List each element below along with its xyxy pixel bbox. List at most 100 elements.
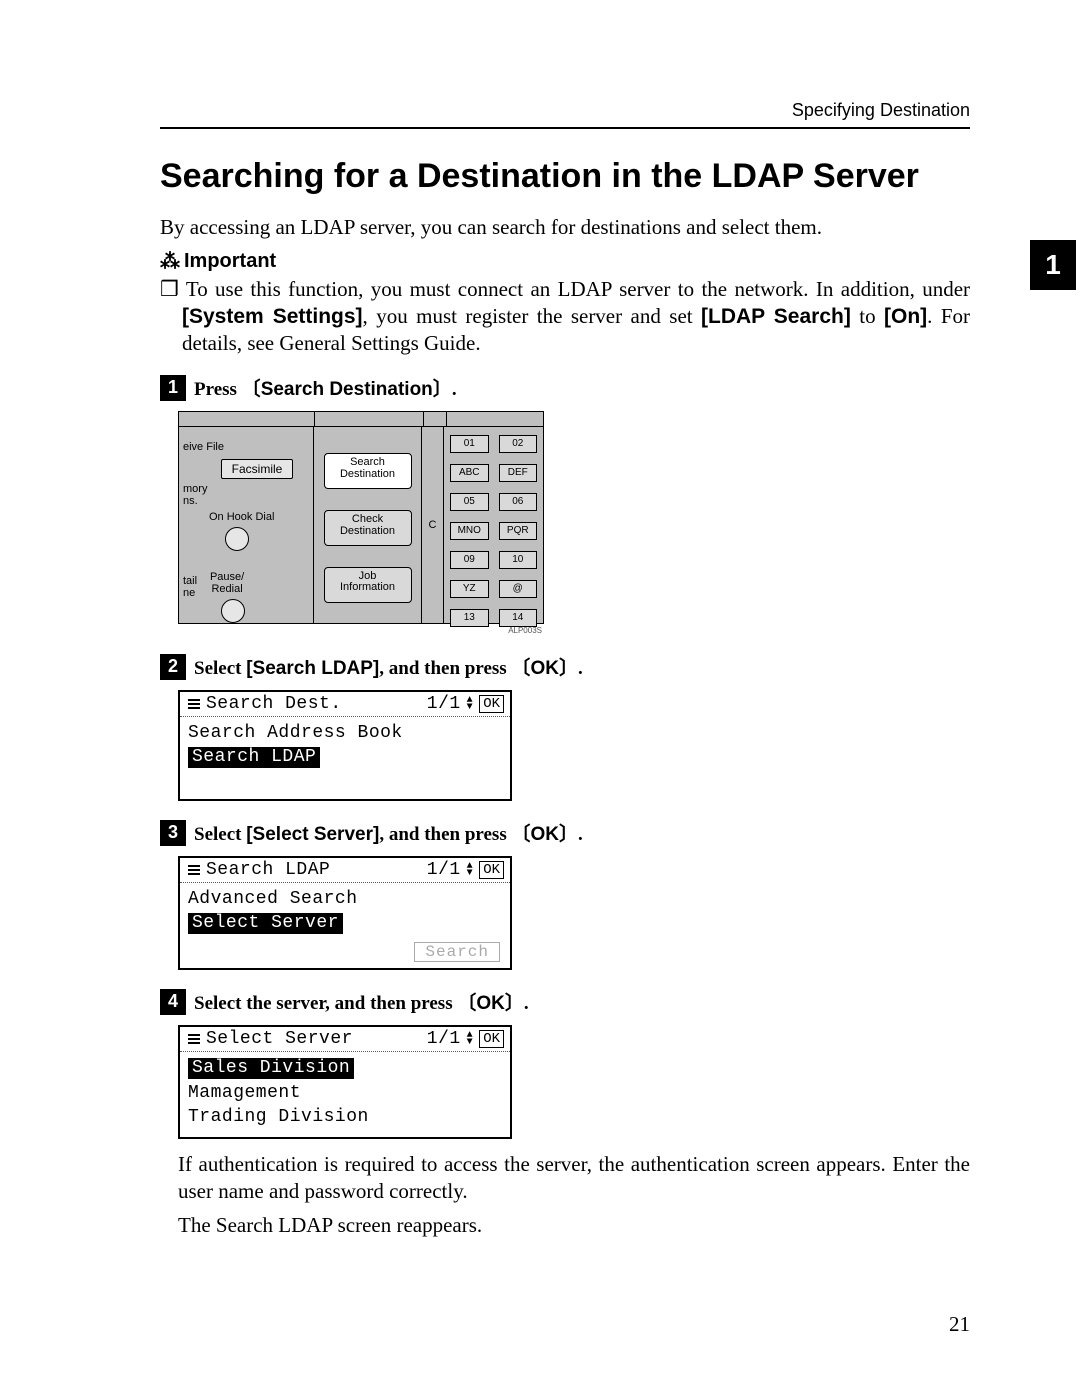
important-heading: ⁂ Important — [160, 249, 970, 274]
step-2: 2 Select [Search LDAP], and then press 〔… — [160, 653, 970, 680]
panel-cg-label: C — [429, 519, 437, 531]
updown-icon: ▲▼ — [467, 1032, 474, 1046]
panel-topseg — [424, 412, 447, 426]
lcd4-line2[interactable]: Mamagement — [188, 1083, 502, 1103]
keypad-key[interactable]: 09 — [450, 551, 489, 569]
lcd-search-dest: Search Dest. 1/1 ▲▼ OK Search Address Bo… — [178, 690, 512, 801]
lcd4-page: 1/1 — [427, 1029, 461, 1049]
lcd3-line1[interactable]: Advanced Search — [188, 889, 502, 909]
panel-caption: ALP003S — [178, 626, 542, 635]
search-destination-button-label: Search Destination — [261, 379, 433, 400]
keypad-key[interactable]: MNO — [450, 522, 489, 540]
lcd4-title: Select Server — [206, 1029, 353, 1049]
device-panel-screenshot: eive File Facsimile mory ns. On Hook Dia… — [178, 411, 544, 624]
search-destination-button[interactable]: Search Destination — [324, 453, 412, 489]
step-3-then: , and then press — [379, 824, 511, 845]
chapter-tab: 1 — [1030, 240, 1076, 290]
ok-key-label: OK — [476, 993, 505, 1014]
intro-text: By accessing an LDAP server, you can sea… — [160, 214, 970, 241]
ok-indicator: OK — [479, 861, 504, 879]
ok-key-label: OK — [530, 824, 559, 845]
keypad-key[interactable]: PQR — [499, 522, 538, 540]
important-text-1: To use this function, you must connect a… — [186, 277, 970, 301]
step-2-number: 2 — [160, 654, 186, 680]
keypad-key[interactable]: 02 — [499, 435, 538, 453]
step-3-select: Select — [194, 824, 246, 845]
lcd4-line3[interactable]: Trading Division — [188, 1107, 502, 1127]
search-ldap-label: [Search LDAP] — [246, 658, 379, 679]
keypad-key[interactable]: 14 — [499, 609, 538, 627]
step-3-number: 3 — [160, 820, 186, 846]
step-2-select: Select — [194, 658, 246, 679]
keypad-key[interactable]: ABC — [450, 464, 489, 482]
facsimile-button[interactable]: Facsimile — [221, 459, 293, 479]
ok-indicator: OK — [479, 1030, 504, 1048]
step-4-dot: . — [524, 993, 529, 1014]
check-destination-button[interactable]: Check Destination — [324, 510, 412, 546]
menu-icon — [186, 863, 202, 877]
step-2-then: , and then press — [379, 658, 511, 679]
panel-frag-mory-ns: mory ns. — [179, 479, 313, 511]
step-1-press: Press — [194, 379, 237, 400]
system-settings-label: [System Settings] — [182, 305, 363, 328]
step-2-text: Select [Search LDAP], and then press 〔OK… — [194, 653, 583, 680]
panel-mid-col: Search Destination Check Destination Job… — [314, 427, 422, 623]
step-3-dot: . — [578, 824, 583, 845]
important-icon: ⁂ — [160, 249, 180, 274]
updown-icon: ▲▼ — [467, 697, 474, 711]
step-4: 4 Select the server, and then press 〔OK〕… — [160, 988, 970, 1015]
on-hook-dial-label: On Hook Dial — [209, 511, 313, 523]
running-header: Specifying Destination — [160, 100, 970, 121]
pause-redial-button[interactable] — [221, 599, 245, 623]
keypad-key[interactable]: 06 — [499, 493, 538, 511]
lcd2-selected[interactable]: Search LDAP — [188, 747, 320, 768]
keypad-key[interactable]: DEF — [499, 464, 538, 482]
lcd2-title: Search Dest. — [206, 694, 342, 714]
on-hook-dial-button[interactable] — [225, 527, 249, 551]
panel-topseg — [179, 412, 315, 426]
on-label: [On] — [884, 305, 927, 328]
keypad-key[interactable]: @ — [499, 580, 538, 598]
page: Specifying Destination 1 Searching for a… — [0, 0, 1080, 1397]
panel-thin-col: C — [422, 427, 444, 623]
lcd3-selected[interactable]: Select Server — [188, 913, 343, 934]
keypad-key[interactable]: 13 — [450, 609, 489, 627]
panel-frag-eive-file: eive File — [179, 437, 313, 457]
updown-icon: ▲▼ — [467, 863, 474, 877]
menu-icon — [186, 697, 202, 711]
step-1-text: Press 〔Search Destination〕. — [194, 374, 457, 401]
step-4-number: 4 — [160, 989, 186, 1015]
lcd2-line1[interactable]: Search Address Book — [188, 723, 502, 743]
important-text-3: to — [851, 304, 884, 328]
menu-icon — [186, 1032, 202, 1046]
keypad-key[interactable]: 05 — [450, 493, 489, 511]
step-4-select: Select the server, and then press — [194, 993, 457, 1014]
lcd3-title: Search LDAP — [206, 860, 330, 880]
job-information-button[interactable]: Job Information — [324, 567, 412, 603]
panel-frag-tail-ne: tail ne — [179, 571, 201, 603]
panel-topseg — [315, 412, 424, 426]
important-text-2: , you must register the server and set — [363, 304, 701, 328]
page-number: 21 — [949, 1312, 970, 1337]
step-3: 3 Select [Select Server], and then press… — [160, 819, 970, 846]
lcd-search-ldap: Search LDAP 1/1 ▲▼ OK Advanced Search Se… — [178, 856, 512, 970]
lcd3-softkey-search[interactable]: Search — [414, 942, 500, 962]
step-2-dot: . — [578, 658, 583, 679]
ok-key-label: OK — [530, 658, 559, 679]
panel-left-col: eive File Facsimile mory ns. On Hook Dia… — [179, 427, 314, 623]
panel-topseg — [447, 412, 543, 426]
ldap-search-label: [LDAP Search] — [701, 305, 851, 328]
header-rule — [160, 127, 970, 129]
keypad-key[interactable]: 10 — [499, 551, 538, 569]
important-label: Important — [184, 250, 276, 273]
select-server-label: [Select Server] — [246, 824, 379, 845]
keypad-key[interactable]: 01 — [450, 435, 489, 453]
followup-text-2: The Search LDAP screen reappears. — [178, 1212, 970, 1239]
pause-redial-label: Pause/ Redial — [209, 571, 245, 595]
keypad-key[interactable]: YZ — [450, 580, 489, 598]
followup-text-1: If authentication is required to access … — [178, 1151, 970, 1206]
lcd-select-server: Select Server 1/1 ▲▼ OK Sales Division M… — [178, 1025, 512, 1139]
panel-keypad: 0102 ABCDEF 0506 MNOPQR 0910 YZ@ 1314 — [444, 427, 543, 623]
lcd4-selected[interactable]: Sales Division — [188, 1058, 354, 1079]
ok-indicator: OK — [479, 695, 504, 713]
